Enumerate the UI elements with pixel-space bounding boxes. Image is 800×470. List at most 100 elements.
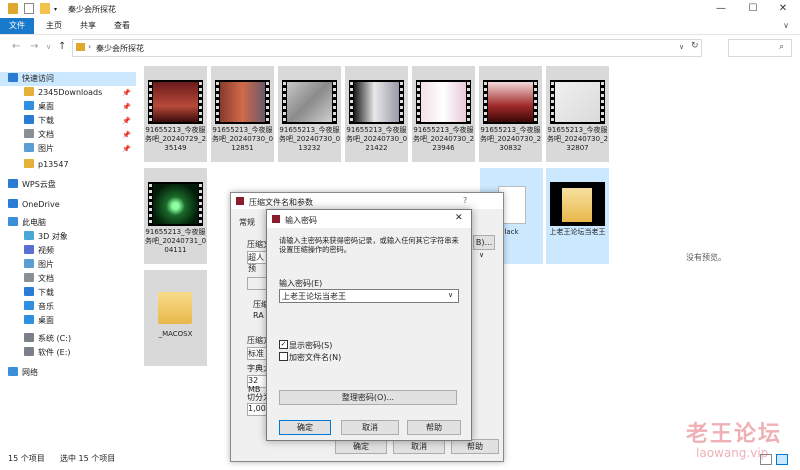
search-icon: ⌕: [779, 42, 785, 52]
file-tile[interactable]: 91655213_今夜服务吧_20240730_230832: [479, 66, 542, 162]
tab-view[interactable]: 查看: [108, 18, 136, 34]
maximize-button[interactable]: ☐: [738, 0, 768, 18]
sidebar-item-label: 桌面: [38, 316, 54, 325]
window-title: 秦少会所探花: [68, 5, 116, 14]
refresh-icon[interactable]: ↻: [691, 41, 699, 51]
password-dropdown-icon[interactable]: ∨: [448, 291, 453, 299]
sidebar-item[interactable]: 网络: [8, 366, 38, 380]
organize-passwords-button[interactable]: 整理密码(O)...: [279, 390, 457, 405]
address-path-box[interactable]: › 秦少会所探花 ∨ ↻: [72, 39, 702, 57]
sidebar-item[interactable]: 文档: [24, 272, 54, 286]
sidebar-item[interactable]: 软件 (E:): [24, 346, 71, 360]
sidebar-item[interactable]: 系统 (C:): [24, 332, 71, 346]
file-tile[interactable]: 91655213_今夜服务吧_20240731_004111: [144, 168, 207, 264]
sidebar-item[interactable]: 视频: [24, 244, 54, 258]
film-strip-icon: [400, 82, 403, 122]
file-tile[interactable]: 91655213_今夜服务吧_20240730_021422: [345, 66, 408, 162]
sidebar-item[interactable]: 快速访问: [0, 72, 136, 86]
close-button[interactable]: ✕: [768, 0, 798, 18]
file-name: 91655213_今夜服务吧_20240730_232807: [546, 126, 609, 152]
watermark-logo: 老王论坛: [686, 422, 783, 447]
archive-cancel-button[interactable]: 取消: [393, 439, 445, 454]
film-strip-icon: [534, 82, 537, 122]
file-tile[interactable]: 91655213_今夜服务吧_20240730_013232: [278, 66, 341, 162]
format-radio-rar[interactable]: RA: [253, 311, 264, 320]
sidebar-item[interactable]: 图片: [24, 258, 54, 272]
pin-icon[interactable]: 📌: [122, 131, 131, 139]
sidebar-item[interactable]: WPS云盘: [8, 178, 56, 192]
document-icon: [24, 273, 34, 282]
download-icon: [24, 287, 34, 296]
file-name: 91655213_今夜服务吧_20240730_230832: [479, 126, 542, 152]
video-thumbnail: [550, 80, 605, 124]
properties-icon[interactable]: [24, 3, 34, 14]
password-dialog-title-bar: 输入密码 ✕: [267, 210, 471, 228]
network-icon: [8, 367, 18, 376]
sidebar-item[interactable]: OneDrive: [8, 198, 60, 212]
pin-icon[interactable]: 📌: [122, 145, 131, 153]
sidebar-item-label: p13547: [38, 160, 69, 169]
archive-help-button[interactable]: 帮助: [451, 439, 499, 454]
pin-icon[interactable]: 📌: [122, 103, 131, 111]
up-button[interactable]: ↑: [58, 41, 66, 52]
picture-icon: [24, 259, 34, 268]
file-tile[interactable]: 91655213_今夜服务吧_20240730_012851: [211, 66, 274, 162]
search-input[interactable]: ⌕: [728, 39, 792, 57]
sidebar-item[interactable]: 桌面: [24, 100, 54, 114]
password-input[interactable]: 上老王论坛当老王 ∨: [279, 289, 459, 303]
sidebar-item[interactable]: 下载: [24, 286, 54, 300]
file-name: 91655213_今夜服务吧_20240729_235149: [144, 126, 207, 152]
sidebar-item[interactable]: 图片: [24, 142, 54, 156]
sidebar-item[interactable]: 下载: [24, 114, 54, 128]
minimize-button[interactable]: —: [706, 0, 736, 18]
forward-button[interactable]: →: [30, 41, 38, 52]
show-password-checkbox[interactable]: ✓: [279, 340, 288, 349]
file-tile[interactable]: _MACOSX: [144, 270, 207, 366]
winrar-icon: [236, 197, 244, 205]
sidebar-item[interactable]: 音乐: [24, 300, 54, 314]
sidebar-item[interactable]: p13547: [24, 158, 69, 172]
winrar-icon: [272, 215, 280, 223]
desktop-icon: [24, 101, 34, 110]
video-thumbnail: [483, 80, 538, 124]
new-folder-icon[interactable]: [40, 3, 50, 14]
file-tile[interactable]: 上老王论坛当老王: [546, 168, 609, 264]
password-ok-button[interactable]: 确定: [279, 420, 331, 435]
address-dropdown-icon[interactable]: ∨: [679, 43, 684, 51]
watermark: 老王论坛 laowang.vip: [686, 416, 796, 466]
file-tile[interactable]: 91655213_今夜服务吧_20240730_223946: [412, 66, 475, 162]
file-tile[interactable]: 91655213_今夜服务吧_20240729_235149: [144, 66, 207, 162]
path-segment[interactable]: 秦少会所探花: [96, 43, 144, 54]
ribbon-expand-icon[interactable]: ∨: [776, 18, 796, 34]
browse-button[interactable]: B)...: [473, 235, 495, 250]
quick-access-dropdown-icon[interactable]: ▾: [54, 6, 60, 13]
file-tile[interactable]: 91655213_今夜服务吧_20240730_232807: [546, 66, 609, 162]
back-button[interactable]: ←: [12, 41, 20, 52]
tab-share[interactable]: 共享: [74, 18, 102, 34]
sidebar-item[interactable]: 文档: [24, 128, 54, 142]
password-dialog-title: 输入密码: [285, 216, 317, 225]
folder-icon: [76, 43, 85, 51]
close-icon[interactable]: ✕: [455, 213, 463, 223]
sidebar-item[interactable]: 2345Downloads: [24, 86, 102, 100]
archive-ok-button[interactable]: 确定: [335, 439, 387, 454]
sidebar-item[interactable]: 3D 对象: [24, 230, 68, 244]
recent-locations-button[interactable]: ∨: [46, 43, 51, 51]
tab-general[interactable]: 常规: [239, 217, 255, 228]
pin-icon[interactable]: 📌: [122, 89, 131, 97]
profile-dropdown-icon[interactable]: ∨: [479, 251, 491, 262]
film-strip-icon: [333, 82, 336, 122]
help-icon[interactable]: ?: [463, 196, 467, 205]
password-cancel-button[interactable]: 取消: [341, 420, 399, 435]
sidebar-item[interactable]: 此电脑: [8, 216, 46, 230]
password-help-button[interactable]: 帮助: [407, 420, 461, 435]
password-input-label: 输入密码(E): [279, 279, 323, 288]
picture-icon: [24, 143, 34, 152]
tab-home[interactable]: 主页: [40, 18, 68, 34]
video-thumbnail: [349, 80, 404, 124]
pin-icon[interactable]: 📌: [122, 117, 131, 125]
film-strip-icon: [216, 82, 219, 122]
sidebar-item[interactable]: 桌面: [24, 314, 54, 328]
encrypt-names-checkbox[interactable]: [279, 352, 288, 361]
tab-file[interactable]: 文件: [0, 18, 34, 34]
